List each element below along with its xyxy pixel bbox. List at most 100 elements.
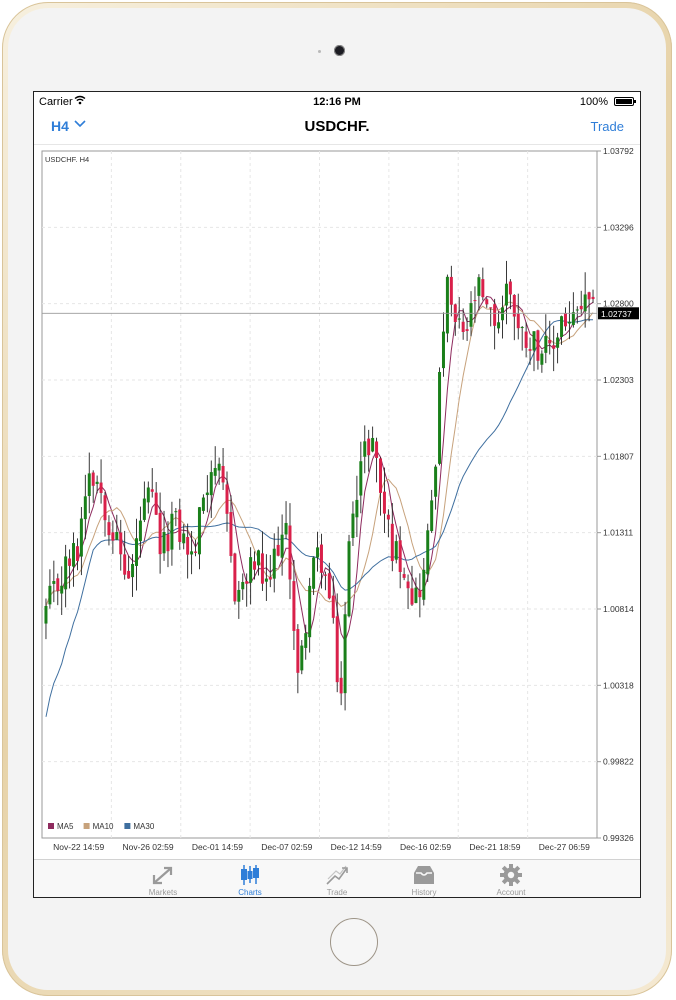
candle-body <box>426 530 430 575</box>
candle-body <box>544 336 548 353</box>
tab-label-trade: Trade <box>326 888 348 897</box>
candle-body <box>186 536 190 555</box>
candle-body <box>288 525 292 580</box>
candle-body <box>280 534 284 558</box>
timeframe-selector[interactable]: H4 <box>51 118 69 134</box>
candle-body <box>375 441 379 458</box>
candle-body <box>87 473 91 496</box>
candle-body <box>536 330 540 361</box>
x-tick-label: Dec-21 18:59 <box>469 842 520 852</box>
price-chart[interactable]: 1.03792 1.03296 1.02800 1.02303 1.01807 1.013… <box>34 145 640 858</box>
candle-body <box>343 614 347 694</box>
x-tick-label: Dec-12 14:59 <box>331 842 382 852</box>
candle-body <box>119 532 123 555</box>
x-tick-label: Dec-07 02:59 <box>261 842 312 852</box>
candle-body <box>434 466 438 497</box>
candle-body <box>367 438 371 456</box>
candle-body <box>438 371 442 464</box>
candle-body <box>394 541 398 560</box>
candle-body <box>449 276 453 305</box>
chevron-down-icon[interactable] <box>74 120 86 128</box>
legend-swatch-ma30 <box>124 823 131 829</box>
tab-label-charts: Charts <box>238 888 262 897</box>
tab-markets[interactable]: Markets <box>123 860 203 897</box>
candle-body <box>166 534 170 552</box>
legend-swatch-ma5 <box>48 823 54 829</box>
candle-body <box>430 500 434 532</box>
candlestick-chart[interactable]: 1.03792 1.03296 1.02800 1.02303 1.01807 1.013… <box>34 145 640 858</box>
candle-body <box>379 458 382 493</box>
candle-body <box>131 563 135 578</box>
y-tick-label: 1.01311 <box>603 528 633 538</box>
tab-label-history: History <box>411 888 437 897</box>
candle-body <box>237 589 241 602</box>
candle-body <box>493 304 497 326</box>
candle-body <box>182 533 186 544</box>
markets-icon <box>152 866 173 885</box>
tab-account[interactable]: Account <box>471 860 551 897</box>
tab-history[interactable]: History <box>384 860 464 897</box>
candle-body <box>284 522 288 535</box>
candle-body <box>461 321 465 332</box>
candle-body <box>331 595 335 618</box>
candle-body <box>552 345 556 349</box>
candle-body <box>205 492 209 496</box>
tab-trade[interactable]: Trade <box>297 860 377 897</box>
candle-body <box>532 331 536 351</box>
legend-label-ma5: MA5 <box>57 822 74 831</box>
legend-label-ma30: MA30 <box>133 822 154 831</box>
candle-body <box>115 532 119 540</box>
candle-body <box>528 349 532 351</box>
candle-body <box>249 557 253 583</box>
tab-bar: Markets Charts Trade History Account <box>34 859 640 897</box>
nav-bar: H4 USDCHF. Trade <box>34 112 640 145</box>
candle-body <box>197 507 201 555</box>
candle-body <box>241 581 245 590</box>
candle-body <box>469 303 473 327</box>
candle-body <box>355 499 359 518</box>
candle-body <box>209 472 213 496</box>
candle-body <box>489 307 493 309</box>
candle-body <box>312 557 316 589</box>
candle-body <box>363 441 367 457</box>
candle-body <box>485 299 489 305</box>
candle-body <box>339 677 343 694</box>
candle-body <box>560 316 564 337</box>
candle-body <box>229 512 233 556</box>
candle-body <box>386 514 390 520</box>
candle-body <box>591 296 595 300</box>
candle-body <box>142 498 146 520</box>
candle-body <box>95 481 99 484</box>
candle-body <box>292 581 296 631</box>
home-button[interactable] <box>330 918 378 966</box>
trade-button[interactable]: Trade <box>591 119 624 134</box>
candle-body <box>99 482 103 494</box>
x-tick-label: Nov-26 02:59 <box>123 842 174 852</box>
candle-body <box>138 520 142 542</box>
candle-body <box>441 331 445 369</box>
y-tick-label: 0.99822 <box>603 757 634 767</box>
candle-body <box>56 578 60 591</box>
history-icon <box>414 866 434 884</box>
x-tick-label: Dec-27 06:59 <box>539 842 590 852</box>
candle-body <box>316 547 320 558</box>
candle-body <box>154 492 158 515</box>
candle-body <box>194 551 198 553</box>
candle-body <box>213 467 217 476</box>
status-time: 12:16 PM <box>313 96 361 108</box>
candle-body <box>245 581 249 584</box>
candle-body <box>146 487 150 503</box>
candle-body <box>359 461 363 496</box>
candle-body <box>516 313 520 329</box>
candle-body <box>48 585 52 605</box>
candle-body <box>150 489 154 492</box>
candle-body <box>217 463 221 471</box>
candle-body <box>567 321 571 324</box>
candle-body <box>548 339 552 344</box>
candle-body <box>103 495 107 521</box>
candle-body <box>221 466 225 483</box>
candle-body <box>264 578 268 582</box>
tab-charts[interactable]: Charts <box>210 860 290 897</box>
candle-body <box>508 281 512 295</box>
candle-body <box>201 497 205 511</box>
